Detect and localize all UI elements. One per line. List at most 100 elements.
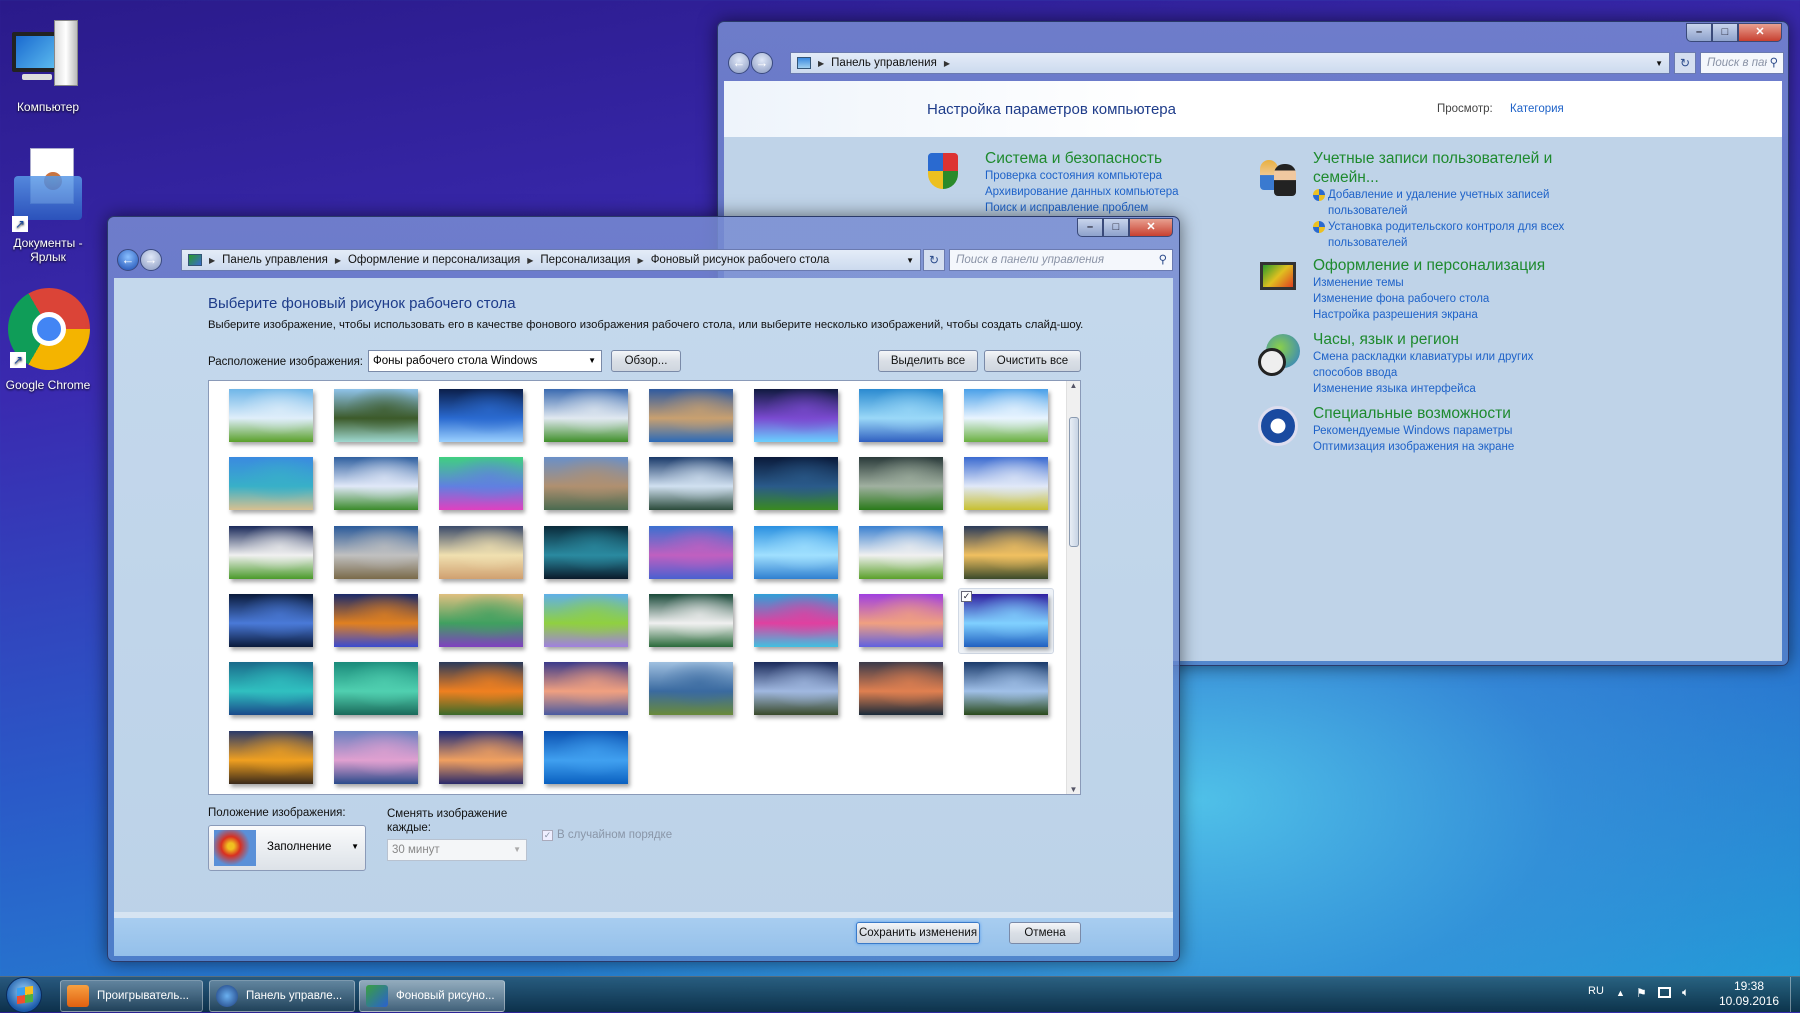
scrollbar-thumb[interactable] [1069, 417, 1079, 547]
vertical-scrollbar[interactable]: ▲ ▼ [1066, 381, 1080, 794]
action-center-flag-icon[interactable]: ⚑ [1636, 986, 1647, 1000]
wallpaper-thumbnail[interactable] [754, 457, 838, 511]
clock[interactable]: 19:38 10.09.2016 [1702, 979, 1796, 1009]
search-input[interactable]: Поиск в панели управления⚲ [1700, 52, 1784, 74]
wallpaper-thumbnail[interactable] [649, 662, 733, 716]
wallpaper-thumbnail[interactable] [859, 389, 943, 442]
category-link[interactable]: Рекомендуемые Windows параметры [1313, 423, 1514, 439]
desktop-icon-computer[interactable]: Компьютер [0, 18, 96, 114]
wallpaper-thumbnail[interactable] [649, 593, 733, 647]
address-bar[interactable]: ▶ Панель управления ▶ ▼ [790, 52, 1670, 74]
wallpaper-thumbnail[interactable] [439, 593, 523, 647]
breadcrumb-item[interactable]: Персонализация [540, 254, 630, 266]
wallpaper-thumbnail[interactable] [334, 389, 418, 442]
address-bar[interactable]: ▶ Панель управления ▶ Оформление и персона… [181, 249, 921, 271]
breadcrumb-item[interactable]: Панель управления [831, 57, 937, 69]
link-text[interactable]: Установка родительского контроля для все… [1328, 221, 1564, 249]
select-all-button[interactable]: Выделить все [878, 350, 978, 372]
wallpaper-thumbnail[interactable] [544, 457, 628, 511]
breadcrumb-item[interactable]: Фоновый рисунок рабочего стола [651, 254, 830, 266]
category-link[interactable]: Добавление и удаление учетных записей по… [1313, 187, 1573, 219]
wallpaper-thumbnail[interactable] [754, 662, 838, 716]
wallpaper-thumbnail[interactable] [964, 662, 1048, 716]
wallpaper-thumbnail[interactable] [649, 389, 733, 442]
category-heading[interactable]: Оформление и персонализация [1313, 256, 1545, 275]
wallpaper-thumbnail[interactable] [544, 389, 628, 442]
wallpaper-thumbnail[interactable] [229, 457, 313, 511]
wallpaper-thumbnail[interactable] [859, 457, 943, 511]
wallpaper-thumbnail[interactable] [439, 389, 523, 442]
category-link[interactable]: Смена раскладки клавиатуры или других сп… [1313, 349, 1573, 381]
wallpaper-thumbnail[interactable] [439, 457, 523, 511]
category-link[interactable]: Архивирование данных компьютера [985, 184, 1179, 200]
wallpaper-thumbnail[interactable] [334, 457, 418, 511]
save-changes-button[interactable]: Сохранить изменения [856, 922, 980, 944]
view-by-dropdown[interactable]: Категория [1510, 103, 1564, 115]
taskbar-item-media-player[interactable]: Проигрыватель... [60, 980, 203, 1012]
wallpaper-thumbnail[interactable] [544, 662, 628, 716]
wallpaper-thumbnail[interactable] [964, 525, 1048, 579]
search-input[interactable]: Поиск в панели управления⚲ [949, 249, 1173, 271]
wallpaper-thumbnail[interactable] [229, 525, 313, 579]
wallpaper-thumbnail[interactable] [334, 730, 418, 784]
wallpaper-thumbnail[interactable] [439, 525, 523, 579]
wallpaper-thumbnail[interactable] [964, 457, 1048, 511]
show-hidden-icons-button[interactable]: ▲ [1616, 988, 1625, 998]
minimize-button[interactable]: – [1077, 218, 1103, 237]
wallpaper-thumbnail[interactable] [649, 525, 733, 579]
close-button[interactable]: ✕ [1738, 23, 1782, 42]
wallpaper-thumbnail[interactable] [229, 389, 313, 442]
wallpaper-thumbnail[interactable] [544, 730, 628, 784]
location-dropdown[interactable]: Фоны рабочего стола Windows ▼ [368, 350, 602, 372]
category-link[interactable]: Настройка разрешения экрана [1313, 307, 1545, 323]
wallpaper-thumbnail[interactable] [334, 662, 418, 716]
category-heading[interactable]: Специальные возможности [1313, 404, 1514, 423]
wallpaper-thumbnail[interactable] [649, 457, 733, 511]
maximize-button[interactable]: □ [1712, 23, 1738, 42]
wallpaper-thumbnail[interactable] [964, 389, 1048, 442]
scroll-up-arrow-icon[interactable]: ▲ [1067, 381, 1080, 390]
link-text[interactable]: Добавление и удаление учетных записей по… [1328, 189, 1549, 217]
wallpaper-thumbnail[interactable] [544, 593, 628, 647]
wallpaper-thumbnail[interactable] [334, 593, 418, 647]
category-heading[interactable]: Часы, язык и регион [1313, 330, 1573, 349]
category-link[interactable]: Изменение фона рабочего стола [1313, 291, 1545, 307]
category-link[interactable]: Изменение языка интерфейса [1313, 381, 1573, 397]
category-link[interactable]: Изменение темы [1313, 275, 1545, 291]
category-heading[interactable]: семейн... [1313, 168, 1573, 187]
wallpaper-thumbnail[interactable] [229, 662, 313, 716]
desktop-icon-chrome[interactable]: ↗ Google Chrome [0, 288, 96, 392]
wallpaper-thumbnail[interactable] [229, 593, 313, 647]
maximize-button[interactable]: □ [1103, 218, 1129, 237]
volume-icon[interactable]: 🔈︎ [1682, 985, 1689, 1000]
breadcrumb-item[interactable]: Панель управления [222, 254, 328, 266]
forward-button[interactable]: → [140, 249, 162, 271]
breadcrumb-item[interactable]: Оформление и персонализация [348, 254, 520, 266]
back-button[interactable]: ← [728, 52, 750, 74]
back-button[interactable]: ← [117, 249, 139, 271]
start-button[interactable] [6, 977, 42, 1013]
category-heading[interactable]: Система и безопасность [985, 149, 1179, 168]
clear-all-button[interactable]: Очистить все [984, 350, 1081, 372]
thumbnail-checkbox[interactable]: ✓ [961, 590, 972, 602]
category-link[interactable]: Поиск и исправление проблем [985, 200, 1179, 216]
browse-button[interactable]: Обзор... [611, 350, 681, 372]
close-button[interactable]: ✕ [1129, 218, 1173, 237]
wallpaper-thumbnail[interactable] [439, 730, 523, 784]
minimize-button[interactable]: – [1686, 23, 1712, 42]
wallpaper-thumbnail[interactable] [859, 593, 943, 647]
refresh-button[interactable]: ↻ [1674, 52, 1696, 74]
forward-button[interactable]: → [751, 52, 773, 74]
cancel-button[interactable]: Отмена [1009, 922, 1081, 944]
scroll-down-arrow-icon[interactable]: ▼ [1067, 785, 1080, 794]
dropdown-arrow-icon[interactable]: ▼ [906, 256, 914, 265]
wallpaper-thumbnail[interactable] [754, 593, 838, 647]
show-desktop-button[interactable] [1790, 977, 1800, 1012]
taskbar-item-wallpaper[interactable]: Фоновый рисуно... [359, 980, 505, 1012]
category-heading[interactable]: Учетные записи пользователей и [1313, 149, 1573, 168]
dropdown-arrow-icon[interactable]: ▼ [1655, 59, 1663, 68]
taskbar-item-control-panel[interactable]: Панель управле... [209, 980, 355, 1012]
category-link[interactable]: Проверка состояния компьютера [985, 168, 1179, 184]
wallpaper-thumbnail[interactable] [439, 662, 523, 716]
wallpaper-thumbnail[interactable] [544, 525, 628, 579]
